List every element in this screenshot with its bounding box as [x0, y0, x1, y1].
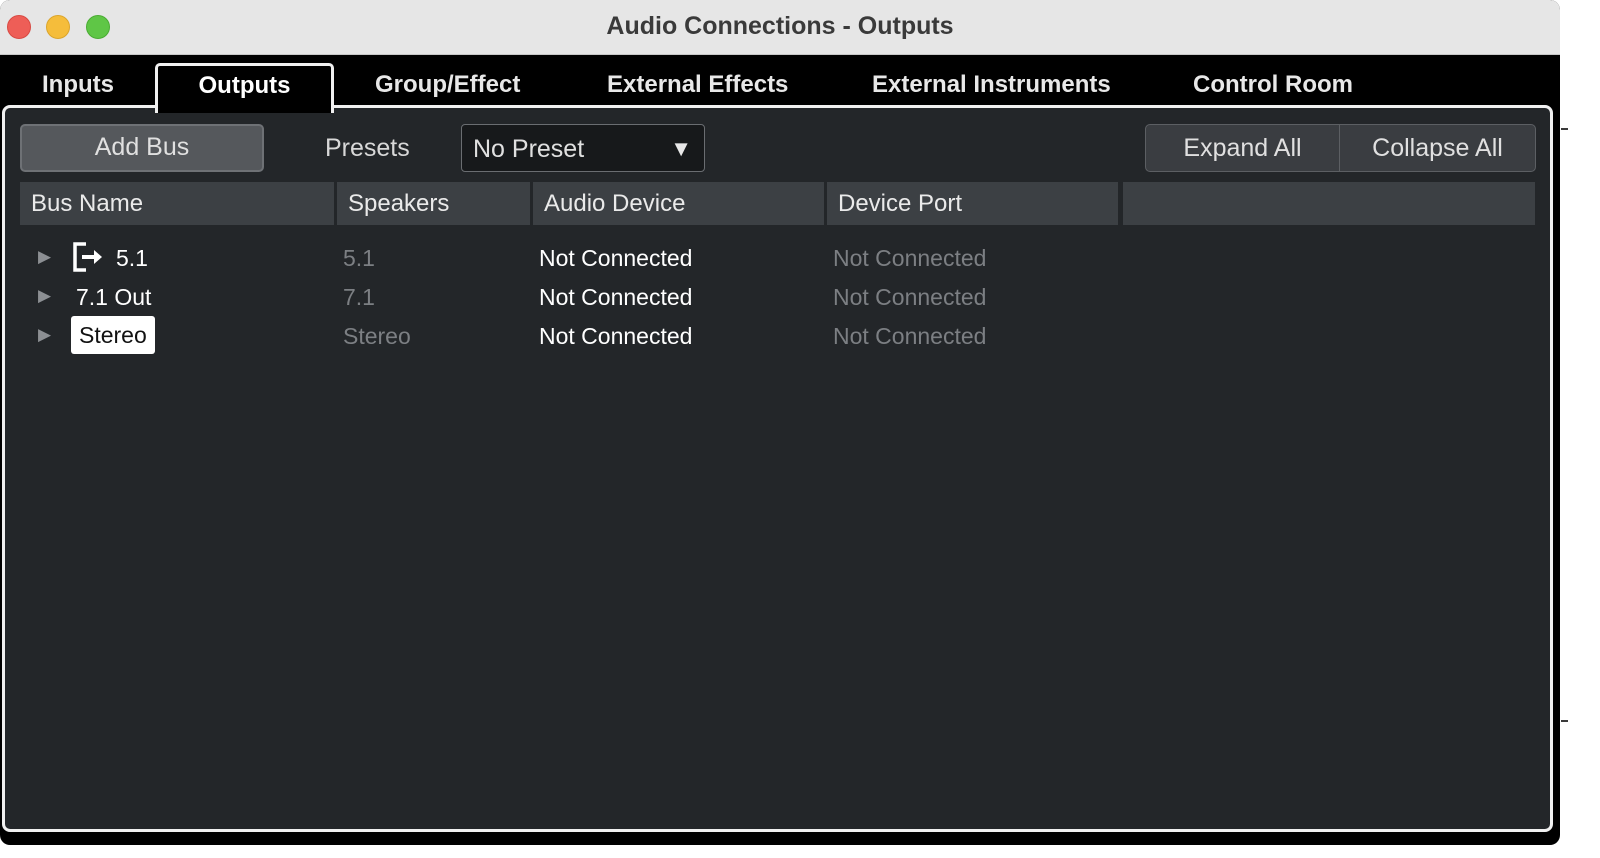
output-bus-icon: [73, 242, 102, 272]
tab-inputs[interactable]: Inputs: [42, 71, 114, 99]
window-edge-mark: [1561, 720, 1568, 722]
expand-triangle-icon[interactable]: ▶: [38, 325, 51, 345]
audio-device-value[interactable]: Not Connected: [539, 284, 692, 311]
audio-connections-window: Audio Connections - Outputs Inputs Outpu…: [0, 0, 1560, 845]
window-edge-mark: [1561, 128, 1568, 130]
bus-name: 5.1: [116, 245, 148, 271]
add-bus-button[interactable]: Add Bus: [20, 124, 264, 172]
bus-name: 7.1 Out: [76, 284, 152, 310]
audio-device-value[interactable]: Not Connected: [539, 323, 692, 350]
tab-external-effects[interactable]: External Effects: [607, 71, 788, 99]
expand-all-button[interactable]: Expand All: [1145, 124, 1340, 172]
device-port-value[interactable]: Not Connected: [833, 284, 986, 311]
tab-outputs[interactable]: Outputs: [155, 63, 334, 113]
table-row[interactable]: ▶ 5.1 5.1 Not Connected Not Connected: [20, 238, 1535, 276]
collapse-all-button[interactable]: Collapse All: [1339, 124, 1536, 172]
table-row[interactable]: ▶ Stereo Stereo Not Connected Not Connec…: [20, 316, 1535, 354]
device-port-value[interactable]: Not Connected: [833, 245, 986, 272]
presets-label: Presets: [325, 134, 410, 162]
column-header-speakers[interactable]: Speakers: [337, 182, 530, 225]
bus-name-selected[interactable]: Stereo: [71, 316, 155, 354]
column-header-audio-device[interactable]: Audio Device: [533, 182, 824, 225]
expand-triangle-icon[interactable]: ▶: [38, 286, 51, 306]
tab-control-room[interactable]: Control Room: [1193, 71, 1353, 99]
audio-device-value[interactable]: Not Connected: [539, 245, 692, 272]
window-title: Audio Connections - Outputs: [606, 12, 954, 40]
table-row[interactable]: ▶ 7.1 Out 7.1 Not Connected Not Connecte…: [20, 277, 1535, 315]
tab-group-effect[interactable]: Group/Effect: [375, 71, 520, 99]
column-header-bus-name[interactable]: Bus Name: [20, 182, 334, 225]
tab-external-instruments[interactable]: External Instruments: [872, 71, 1111, 99]
speakers-value: 7.1: [343, 284, 375, 310]
column-header-device-port[interactable]: Device Port: [827, 182, 1118, 225]
tab-bar: Inputs Outputs Group/Effect External Eff…: [0, 55, 1560, 113]
title-bar: Audio Connections - Outputs: [0, 0, 1560, 55]
dropdown-arrow-icon: ▼: [670, 136, 692, 161]
column-header-extra[interactable]: [1123, 182, 1535, 225]
device-port-value[interactable]: Not Connected: [833, 323, 986, 350]
preset-select-value: No Preset: [473, 135, 585, 163]
speakers-value: Stereo: [343, 323, 411, 349]
expand-triangle-icon[interactable]: ▶: [38, 247, 51, 267]
speakers-value: 5.1: [343, 245, 375, 271]
outputs-panel: Add Bus Presets No Preset ▼ Expand All C…: [2, 105, 1553, 832]
preset-select[interactable]: No Preset ▼: [461, 124, 705, 172]
